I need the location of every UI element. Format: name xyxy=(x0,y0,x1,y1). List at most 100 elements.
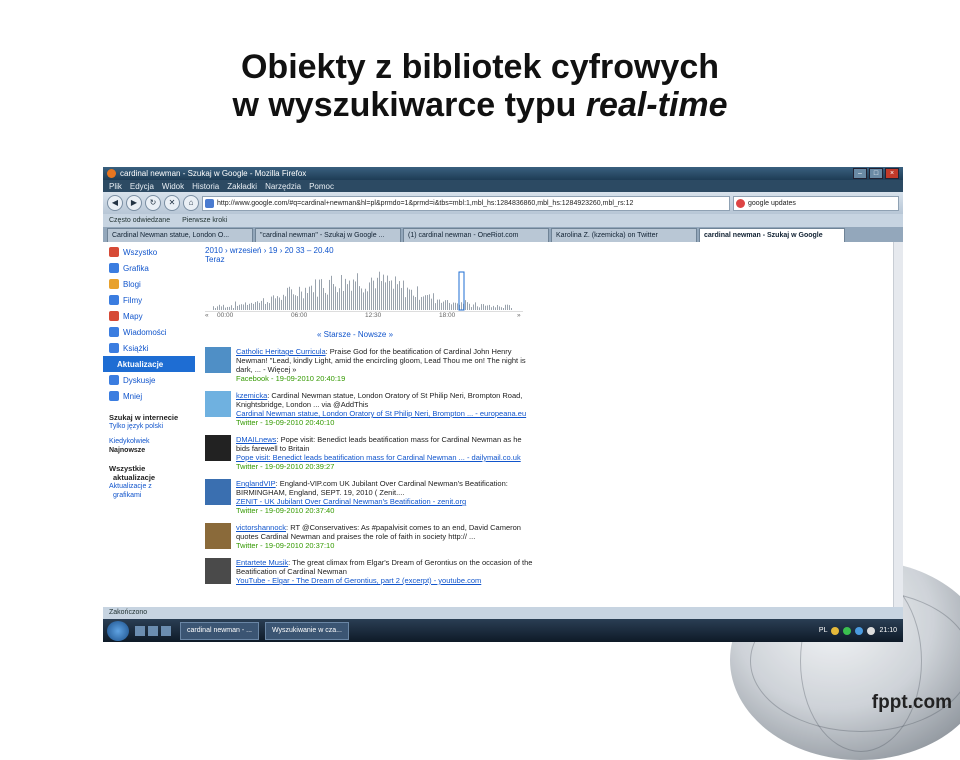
less-icon xyxy=(109,391,119,401)
network-icon[interactable] xyxy=(855,626,864,635)
menu-item[interactable]: Edycja xyxy=(130,182,154,191)
result-author[interactable]: EnglandVIP xyxy=(236,479,276,488)
timeline-bar xyxy=(411,289,412,310)
timeline-bar xyxy=(301,291,302,310)
search-box[interactable]: google updates xyxy=(733,195,899,211)
address-bar[interactable]: http://www.google.com/#q=cardinal+newman… xyxy=(202,195,730,211)
result-author[interactable]: kzemicka xyxy=(236,391,267,400)
clock[interactable]: 21:10 xyxy=(879,627,897,634)
sidebar-item-mapy[interactable]: Mapy xyxy=(103,308,195,324)
result-author[interactable]: victorshannock xyxy=(236,523,286,532)
menu-item[interactable]: Plik xyxy=(109,182,122,191)
image-updates-link-2[interactable]: grafikami xyxy=(103,491,195,500)
result-source-link[interactable]: Cardinal Newman statue, London Oratory o… xyxy=(236,409,535,418)
bookmarks-bar: Często odwiedzane Pierwsze kroki xyxy=(103,214,903,227)
timeline-bar xyxy=(215,308,216,310)
result-source-link[interactable]: ZENIT - UK Jubilant Over Cardinal Newman… xyxy=(236,497,535,506)
menu-item[interactable]: Narzędzia xyxy=(265,182,301,191)
scrollbar[interactable] xyxy=(893,242,903,607)
taskbar-item[interactable]: cardinal newman - ... xyxy=(180,621,259,640)
result-meta: Twitter - 19-09-2010 20:39:27 xyxy=(236,462,335,471)
timeline-bar xyxy=(507,304,508,310)
avatar[interactable] xyxy=(205,523,231,549)
forward-icon[interactable]: ▶ xyxy=(126,195,142,211)
sidebar-item-aktualizacje[interactable]: Aktualizacje xyxy=(103,356,195,372)
result-source-link[interactable]: YouTube - Elgar - The Dream of Gerontius… xyxy=(236,576,535,585)
timeline-bar xyxy=(475,302,476,310)
anytime-link[interactable]: Kiedykolwiek xyxy=(103,437,195,446)
books-icon xyxy=(109,343,119,353)
taskbar-item[interactable]: Wyszukiwanie w cza... xyxy=(264,621,349,640)
result-author[interactable]: DMAILnews xyxy=(236,435,276,444)
back-icon[interactable]: ◀ xyxy=(107,195,123,211)
all-icon xyxy=(109,247,119,257)
explorer-icon[interactable] xyxy=(148,625,158,636)
menu-item[interactable]: Zakładki xyxy=(227,182,257,191)
browser-tab[interactable]: Cardinal Newman statue, London O... xyxy=(107,228,253,242)
avatar[interactable] xyxy=(205,558,231,584)
timeline-label: 18:00 xyxy=(439,312,456,319)
sidebar-item-wszystko[interactable]: Wszystko xyxy=(103,244,195,260)
timeline-bar xyxy=(421,296,422,310)
timeline-bar xyxy=(471,307,472,310)
timeline-prev[interactable]: « xyxy=(205,312,209,319)
slide-title: Obiekty z bibliotek cyfrowych w wyszukiw… xyxy=(0,48,960,124)
timeline-bar xyxy=(295,295,296,310)
minimize-button[interactable]: – xyxy=(853,168,867,179)
result-meta: Facebook - 19-09-2010 20:40:19 xyxy=(236,374,346,383)
sidebar-item-blogi[interactable]: Blogi xyxy=(103,276,195,292)
bookmark-item[interactable]: Często odwiedzane xyxy=(109,217,170,224)
timeline-bar xyxy=(253,303,254,310)
timeline-bar xyxy=(289,286,290,310)
polish-only-link[interactable]: Tylko język polski xyxy=(103,422,195,431)
bookmark-item[interactable]: Pierwsze kroki xyxy=(182,217,227,224)
tray-icon[interactable] xyxy=(843,626,852,635)
now-link[interactable]: Teraz xyxy=(205,251,225,264)
timeline-bar xyxy=(343,290,344,310)
timeline-bar xyxy=(347,284,348,310)
start-button[interactable] xyxy=(107,620,129,641)
timeline-bar xyxy=(447,300,448,310)
avatar[interactable] xyxy=(205,435,231,461)
timeline-bar xyxy=(251,302,252,310)
close-button[interactable]: × xyxy=(885,168,899,179)
avatar[interactable] xyxy=(205,347,231,373)
sidebar-item-wiadomosci[interactable]: Wiadomości xyxy=(103,324,195,340)
timeline-bar xyxy=(401,287,402,310)
sidebar-item-mniej[interactable]: Mniej xyxy=(103,388,195,404)
sidebar-item-filmy[interactable]: Filmy xyxy=(103,292,195,308)
timeline-next[interactable]: » xyxy=(517,312,521,319)
timeline-chart[interactable] xyxy=(205,266,523,312)
maximize-button[interactable]: □ xyxy=(869,168,883,179)
avatar[interactable] xyxy=(205,391,231,417)
menu-item[interactable]: Pomoc xyxy=(309,182,334,191)
home-icon[interactable]: ⌂ xyxy=(183,195,199,211)
browser-tab-active[interactable]: cardinal newman - Szukaj w Google xyxy=(699,228,845,242)
avatar[interactable] xyxy=(205,479,231,505)
sidebar-item-ksiazki[interactable]: Książki xyxy=(103,340,195,356)
timeline-bar xyxy=(319,279,320,310)
result-author[interactable]: Entartete Musik xyxy=(236,558,288,567)
language-indicator[interactable]: PL xyxy=(819,627,828,634)
stop-icon[interactable]: ✕ xyxy=(164,195,180,211)
menu-item[interactable]: Historia xyxy=(192,182,219,191)
browser-tab[interactable]: Karolina Z. (kzemicka) on Twitter xyxy=(551,228,697,242)
browser-tab[interactable]: "cardinal newman" - Szukaj w Google ... xyxy=(255,228,401,242)
time-breadcrumb[interactable]: 2010 › wrzesień › 19 › 20 33 – 20.40 xyxy=(205,242,893,255)
browser-tab[interactable]: (1) cardinal newman - OneRiot.com xyxy=(403,228,549,242)
desktop-icon[interactable] xyxy=(135,625,145,636)
result-author[interactable]: Catholic Heritage Curricula xyxy=(236,347,326,356)
sidebar-item-grafika[interactable]: Grafika xyxy=(103,260,195,276)
tray-icon[interactable] xyxy=(831,626,840,635)
reload-icon[interactable]: ↻ xyxy=(145,195,161,211)
menu-item[interactable]: Widok xyxy=(162,182,184,191)
ie-icon[interactable] xyxy=(161,625,171,636)
pager[interactable]: « Starsze - Nowsze » xyxy=(205,330,505,339)
timeline-bar xyxy=(399,281,400,310)
volume-icon[interactable] xyxy=(867,626,876,635)
sidebar-item-dyskusje[interactable]: Dyskusje xyxy=(103,372,195,388)
timeline-bar xyxy=(219,304,220,310)
image-updates-link[interactable]: Aktualizacje z xyxy=(103,482,195,491)
slide-title-line1: Obiekty z bibliotek cyfrowych xyxy=(240,48,719,86)
result-source-link[interactable]: Pope visit: Benedict leads beatification… xyxy=(236,453,535,462)
